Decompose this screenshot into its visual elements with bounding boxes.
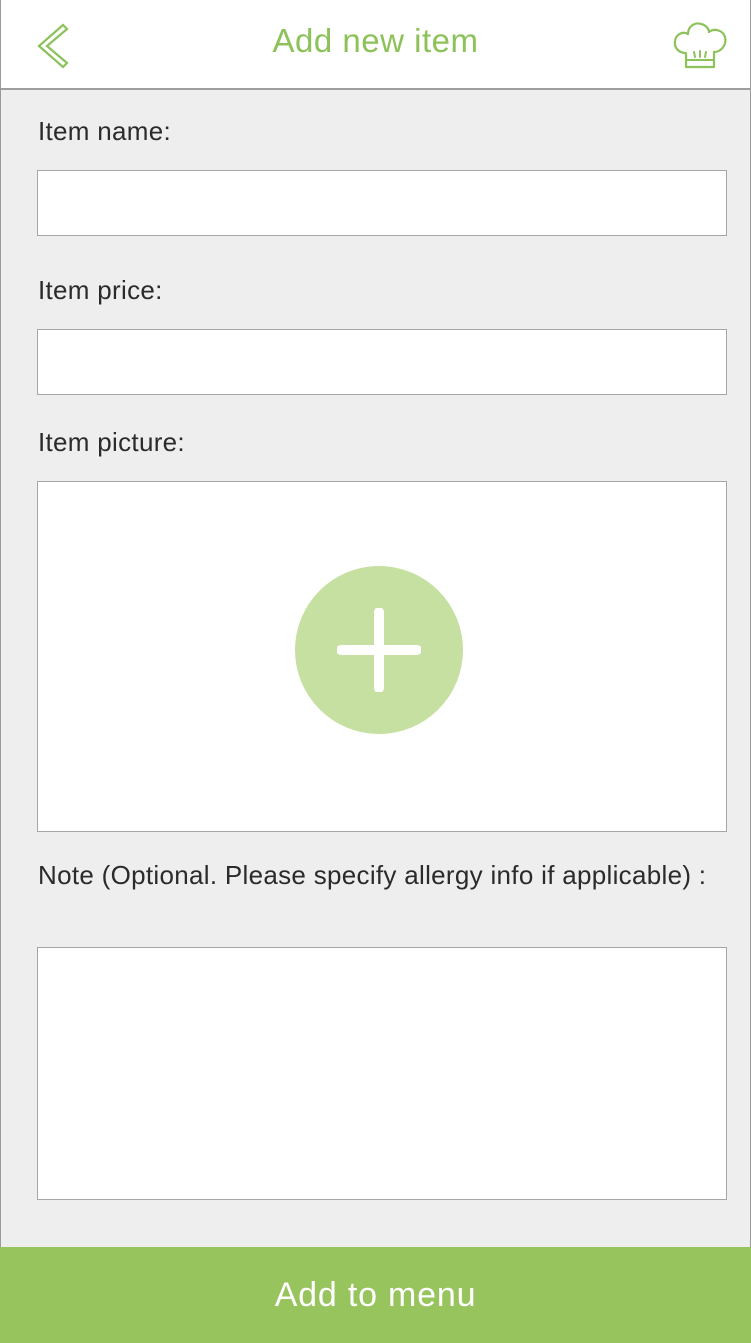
- item-price-label: Item price:: [38, 275, 163, 305]
- add-to-menu-button[interactable]: Add to menu: [0, 1247, 751, 1343]
- header-bar: Add new item: [1, 0, 750, 90]
- item-picture-dropzone[interactable]: [37, 481, 727, 832]
- chef-hat-button[interactable]: [672, 18, 728, 74]
- item-name-input[interactable]: [37, 170, 727, 236]
- plus-icon: [337, 608, 421, 692]
- note-label: Note (Optional. Please specify allergy i…: [38, 860, 707, 890]
- item-picture-label: Item picture:: [38, 427, 185, 457]
- chef-hat-icon: [673, 22, 727, 69]
- screen: Add new item Item name: Item price: Item…: [0, 0, 751, 1343]
- item-price-input[interactable]: [37, 329, 727, 395]
- note-textarea[interactable]: [37, 947, 727, 1200]
- item-name-label: Item name:: [38, 116, 172, 146]
- add-picture-button[interactable]: [295, 566, 463, 734]
- page-title: Add new item: [272, 22, 479, 59]
